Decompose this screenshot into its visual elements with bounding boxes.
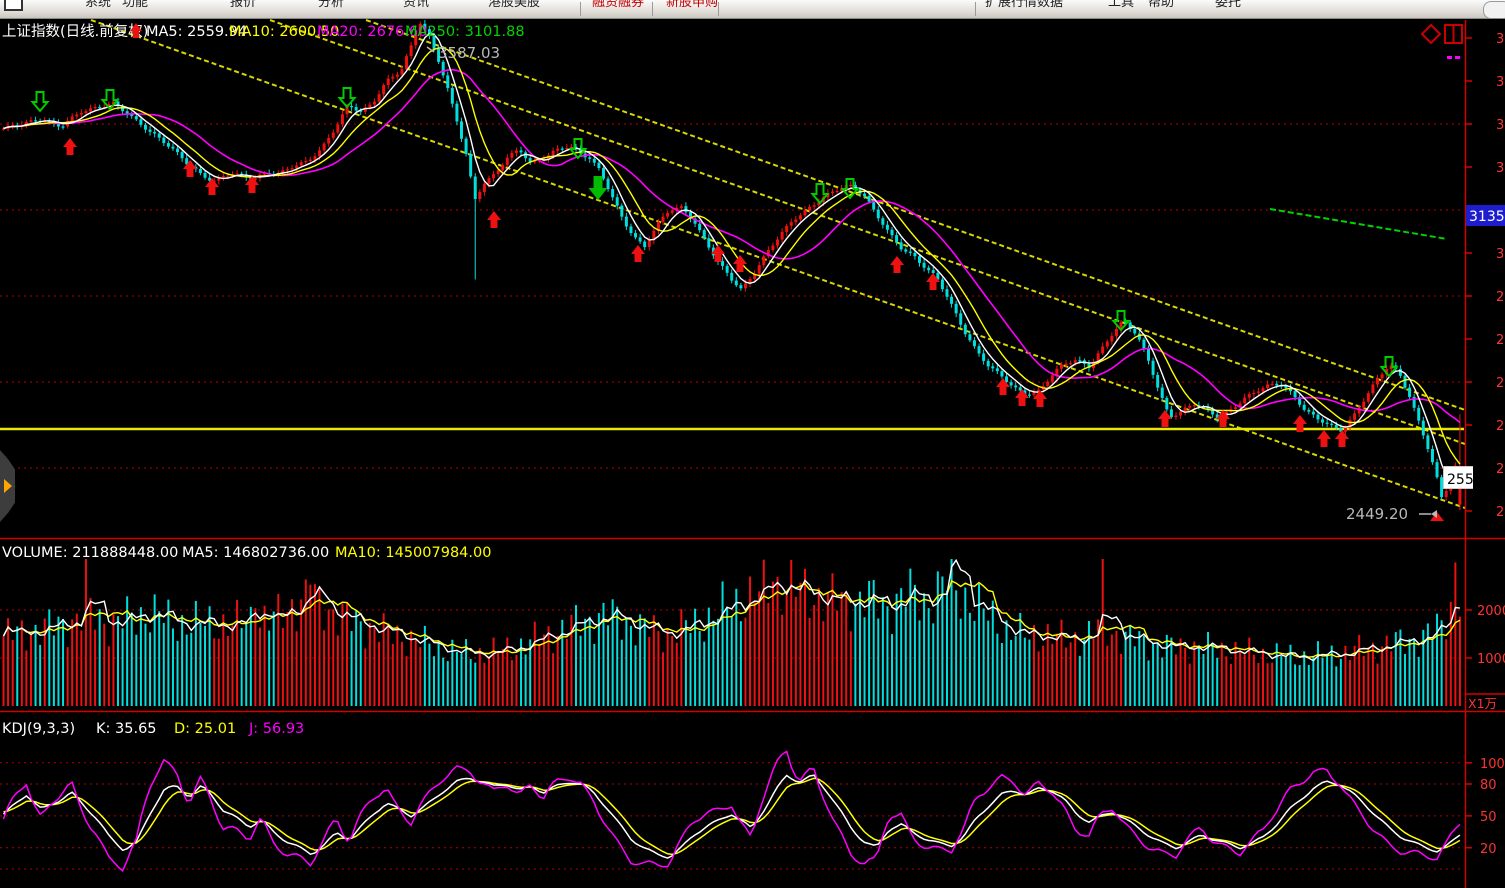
trading-app-window: 系统 功能 报价 分析 资讯 港股美股 融资融券 新股申购 扩展行情数据 工具 帮助 委托 3550 3… <box>0 0 1505 888</box>
menu-item[interactable]: 系统 <box>85 0 111 10</box>
svg-text:2650: 2650 <box>1496 419 1505 434</box>
ma250-tag-value: 3135 <box>1469 209 1505 225</box>
volume-legend: VOLUME: 211888448.00 <box>2 545 178 561</box>
svg-text:2550: 2550 <box>1496 462 1505 477</box>
latest-price-value: 2550 <box>1447 472 1483 488</box>
svg-text:20: 20 <box>1480 842 1497 857</box>
menu-item[interactable]: 帮助 <box>1148 0 1174 10</box>
buy-signal-arrow <box>1015 389 1029 406</box>
trendlines-layer <box>0 20 1465 508</box>
volume-ma10-legend: MA10: 145007984.00 <box>335 545 491 561</box>
chart-canvas[interactable]: 3550345033503250315030502950285027502650… <box>0 19 1505 888</box>
menu-separator <box>718 2 719 16</box>
buy-signal-arrow <box>631 245 645 262</box>
kdj-j-value: J: 56.93 <box>248 721 304 737</box>
symbol-title: 上证指数(日线.前复权) <box>2 22 148 40</box>
svg-text:3250: 3250 <box>1496 161 1505 176</box>
magenta-marker-dash-1 <box>1447 56 1452 59</box>
menu-bar[interactable]: 系统 功能 报价 分析 资讯 港股美股 融资融券 新股申购 扩展行情数据 工具 帮助 委托 <box>0 0 1505 19</box>
svg-text:2750: 2750 <box>1496 376 1505 391</box>
buy-signal-arrow <box>733 255 747 272</box>
moving-average-layer <box>4 34 1460 482</box>
buy-signal-arrow <box>63 138 77 155</box>
latest-price-tag: 2550 <box>1443 466 1483 489</box>
axis-layer: 3550345033503250315030502950285027502650… <box>1465 32 1505 857</box>
volume-unit-label: X1万 <box>1468 696 1497 711</box>
ma250-price-tag: 3135 <box>1466 205 1505 226</box>
buy-signal-arrow <box>1335 430 1349 447</box>
menu-separator <box>975 2 976 16</box>
buy-signal-arrow <box>205 178 219 195</box>
app-window-icon <box>4 0 23 11</box>
svg-text:2850: 2850 <box>1496 333 1505 348</box>
menu-item[interactable]: 新股申购 <box>666 0 718 10</box>
buy-signal-arrow <box>183 160 197 177</box>
menu-item[interactable]: 融资融券 <box>592 0 644 10</box>
menu-item[interactable]: 功能 <box>122 0 148 10</box>
expand-right-icon <box>4 479 12 493</box>
low-price-label: 2449.20 <box>1346 505 1408 523</box>
kdj-layer <box>4 751 1460 871</box>
svg-text:10000: 10000 <box>1477 652 1505 667</box>
menu-separator <box>652 2 653 16</box>
quote-button[interactable] <box>1483 1 1505 19</box>
svg-text:3450: 3450 <box>1496 75 1505 90</box>
menu-item[interactable]: 报价 <box>230 0 256 10</box>
volume-layer <box>3 472 1461 706</box>
candlestick-layer <box>2 20 1461 510</box>
svg-text:100: 100 <box>1480 757 1505 772</box>
svg-text:20000: 20000 <box>1477 604 1505 619</box>
svg-text:50: 50 <box>1480 810 1497 825</box>
sell-signal-arrow <box>813 184 828 203</box>
menu-item[interactable]: 港股美股 <box>488 0 540 10</box>
menu-item[interactable]: 资讯 <box>403 0 429 10</box>
sell-signal-arrow-filled <box>589 176 608 200</box>
svg-text:3350: 3350 <box>1496 118 1505 133</box>
buy-signal-arrow <box>890 256 904 273</box>
peak-price-label: 3587.03 <box>438 44 500 62</box>
menu-separator <box>580 2 581 16</box>
sell-signal-arrow <box>1382 357 1397 376</box>
kdj-d-value: D: 25.01 <box>174 721 236 737</box>
kdj-title: KDJ(9,3,3) <box>2 721 75 737</box>
menu-item[interactable]: 扩展行情数据 <box>985 0 1063 10</box>
svg-text:2950: 2950 <box>1496 290 1505 305</box>
svg-text:80: 80 <box>1480 778 1497 793</box>
buy-signal-arrow <box>487 211 501 228</box>
split-window-icon[interactable] <box>1445 25 1462 43</box>
menu-item[interactable]: 工具 <box>1108 0 1134 10</box>
diamond-tool-icon[interactable] <box>1422 25 1440 43</box>
menu-item[interactable]: 委托 <box>1215 0 1241 10</box>
magenta-marker-dash-2 <box>1455 56 1460 59</box>
menu-item[interactable]: 分析 <box>318 0 344 10</box>
svg-text:3550: 3550 <box>1496 32 1505 47</box>
svg-text:3050: 3050 <box>1496 247 1505 262</box>
svg-text:2450: 2450 <box>1496 505 1505 520</box>
ma250-legend: MA250: 3101.88 <box>405 24 525 40</box>
buy-signal-arrow <box>1317 430 1331 447</box>
sell-signal-arrow <box>33 92 48 111</box>
kdj-k-value: K: 35.65 <box>96 721 157 737</box>
volume-ma5-legend: MA5: 146802736.00 <box>182 545 329 561</box>
